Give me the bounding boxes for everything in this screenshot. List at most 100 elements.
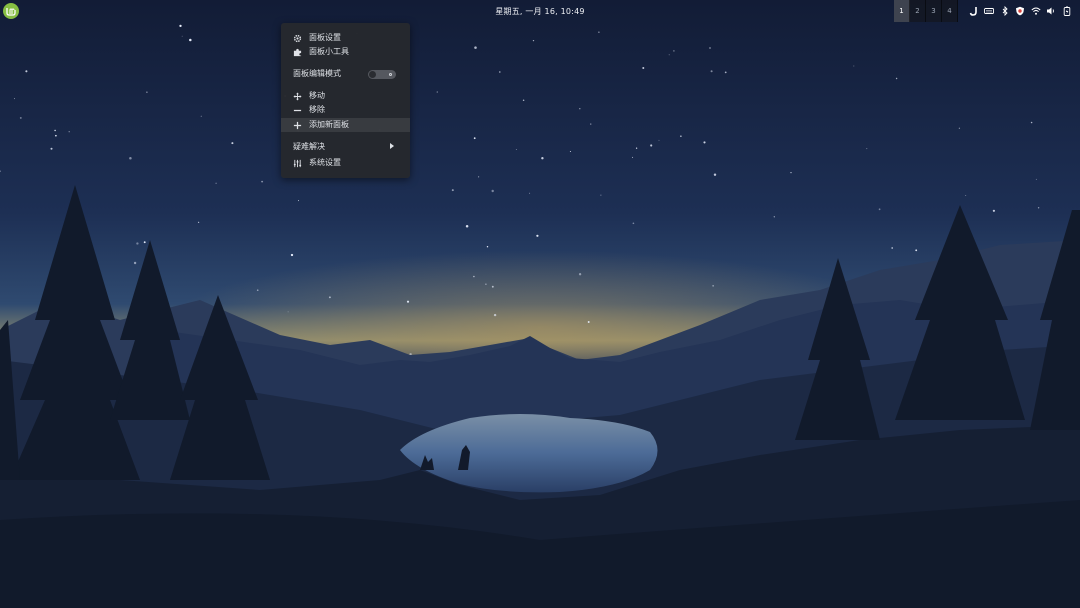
workspace-4[interactable]: 4 [942, 0, 958, 22]
menu-item-label: 面板小工具 [309, 47, 349, 56]
star [532, 39, 535, 42]
workspace-3[interactable]: 3 [926, 0, 942, 22]
menu-item-troubleshoot[interactable]: 疑难解决 [281, 140, 410, 154]
star [189, 38, 192, 42]
plus-icon [292, 120, 302, 130]
star [712, 285, 714, 287]
star [451, 189, 454, 192]
menu-item-panel-applets[interactable]: 面板小工具 [281, 45, 410, 59]
star [181, 35, 183, 37]
battery-icon[interactable] [1059, 0, 1075, 22]
star [328, 296, 331, 299]
gear-icon [292, 33, 302, 43]
workspace-2[interactable]: 2 [910, 0, 926, 22]
bluetooth-icon[interactable] [997, 0, 1013, 22]
menu-item-panel-edit-mode[interactable]: 面板编辑模式 [281, 67, 410, 81]
star [498, 71, 501, 73]
star [287, 311, 289, 313]
star [54, 129, 56, 132]
star [215, 182, 217, 184]
workspace-1[interactable]: 1 [894, 0, 910, 22]
minus-icon [292, 105, 302, 115]
star [710, 70, 713, 73]
star [1030, 121, 1033, 124]
star [1037, 207, 1040, 209]
star [703, 141, 706, 144]
star [673, 50, 675, 52]
menu-item-add-new-panel[interactable]: 添加新面板 [281, 118, 410, 132]
star [197, 221, 200, 223]
puzzle-icon [292, 47, 302, 57]
star [25, 70, 28, 73]
star [891, 247, 894, 249]
menu-item-remove[interactable]: 移除 [281, 103, 410, 117]
wifi-icon[interactable] [1028, 0, 1044, 22]
star [55, 134, 57, 137]
star [587, 321, 590, 323]
sliders-icon [292, 158, 302, 168]
star [569, 150, 571, 153]
star [522, 99, 525, 101]
star [200, 115, 202, 117]
panel-context-menu: 面板设置 面板小工具 面板编辑模式 移动 移除 添加新面板 疑难解决 系统设置 [281, 23, 410, 178]
star [133, 261, 137, 265]
star [632, 156, 634, 158]
star [650, 144, 653, 147]
star [478, 176, 480, 178]
star [642, 66, 645, 70]
star [465, 224, 469, 228]
star [297, 200, 300, 202]
star [529, 192, 531, 194]
submenu-arrow-icon [390, 143, 394, 149]
menu-item-label: 面板编辑模式 [293, 69, 341, 78]
system-tray [966, 0, 1075, 22]
update-shield-icon[interactable] [1013, 0, 1029, 22]
menu-item-panel-settings[interactable]: 面板设置 [281, 31, 410, 45]
volume-icon[interactable] [1044, 0, 1060, 22]
star [878, 208, 881, 211]
star [866, 148, 868, 150]
star [290, 253, 294, 257]
star [491, 285, 494, 288]
star [143, 241, 146, 244]
desktop-wallpaper [0, 0, 1080, 608]
menu-item-move[interactable]: 移动 [281, 89, 410, 103]
star [129, 157, 132, 160]
app-indicator-icon[interactable] [966, 0, 982, 22]
star [658, 139, 660, 141]
menu-item-label: 移除 [309, 105, 325, 114]
star [406, 300, 410, 303]
star [256, 289, 259, 292]
star [590, 123, 592, 125]
menu-item-system-settings[interactable]: 系统设置 [281, 156, 410, 170]
edit-mode-toggle[interactable] [368, 70, 396, 79]
star [773, 216, 775, 218]
keyboard-icon[interactable] [982, 0, 998, 22]
star [541, 157, 544, 160]
star [724, 71, 727, 74]
star [958, 127, 961, 129]
menu-item-label: 移动 [309, 91, 325, 100]
star [536, 234, 539, 237]
star [853, 65, 855, 67]
star [493, 313, 497, 317]
star [491, 189, 494, 193]
top-panel: 星期五, 一月 16, 10:49 1 2 3 4 [0, 0, 1080, 22]
menu-item-label: 系统设置 [309, 158, 341, 167]
star [578, 273, 582, 276]
star [713, 173, 717, 176]
star [13, 98, 16, 100]
star [1035, 178, 1037, 180]
star [474, 46, 477, 49]
workspace-switcher: 1 2 3 4 [894, 0, 958, 22]
move-icon [292, 91, 302, 101]
star [485, 283, 487, 286]
star [19, 116, 22, 119]
star [915, 249, 918, 252]
star [600, 194, 602, 196]
star [136, 242, 139, 245]
star [473, 137, 476, 140]
star [598, 31, 600, 33]
star [486, 246, 489, 248]
star [473, 275, 475, 278]
